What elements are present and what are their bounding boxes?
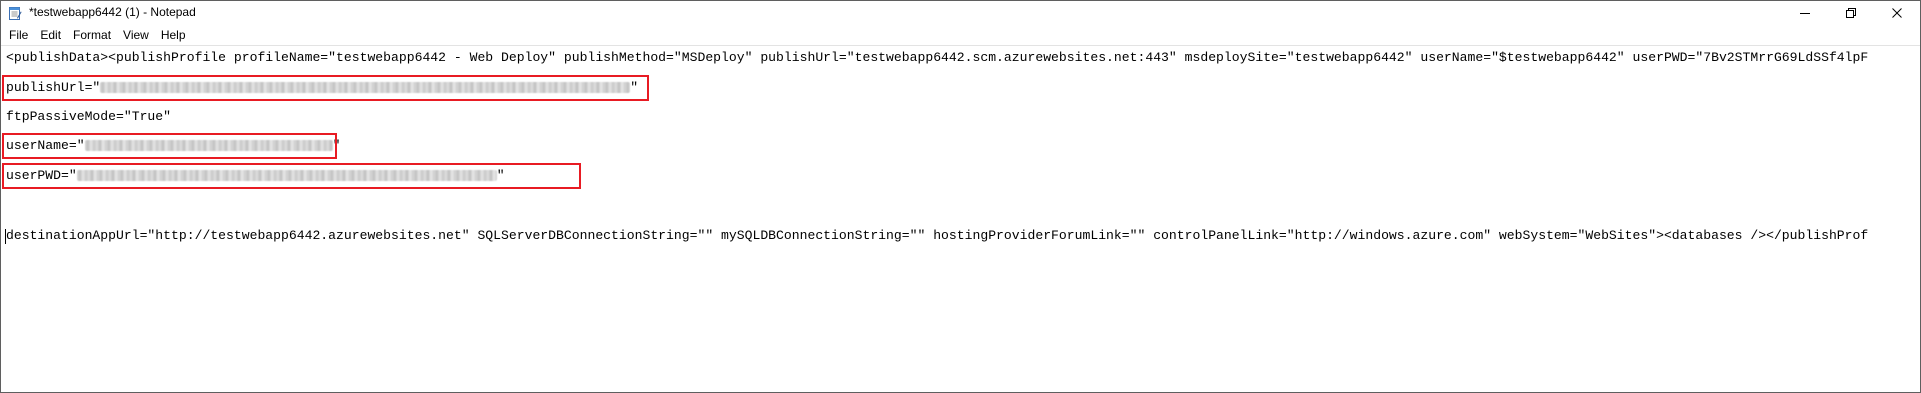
restore-icon <box>1846 8 1856 18</box>
window-title: *testwebapp6442 (1) - Notepad <box>29 5 196 19</box>
editor-line-destination-app-url: destinationAppUrl="http://testwebapp6442… <box>6 228 1869 243</box>
maximize-button[interactable] <box>1828 1 1874 25</box>
editor-line-publish-data: <publishData><publishProfile profileName… <box>6 50 1869 65</box>
editor-line-ftp-passive-mode: ftpPassiveMode="True" <box>6 109 172 124</box>
menu-bar: File Edit Format View Help <box>1 25 1920 45</box>
minimize-button[interactable] <box>1782 1 1828 25</box>
menu-view[interactable]: View <box>117 26 155 44</box>
close-button[interactable] <box>1874 1 1920 25</box>
highlight-box-user-name <box>2 133 337 159</box>
notepad-window: *testwebapp6442 (1) - Notepad File Edit … <box>0 0 1921 393</box>
menu-format[interactable]: Format <box>67 26 117 44</box>
menu-help[interactable]: Help <box>155 26 192 44</box>
menu-edit[interactable]: Edit <box>34 26 67 44</box>
title-bar[interactable]: *testwebapp6442 (1) - Notepad <box>1 1 1920 25</box>
highlight-box-user-pwd <box>2 163 581 189</box>
close-icon <box>1892 8 1902 18</box>
text-editor[interactable]: <publishData><publishProfile profileName… <box>1 45 1920 392</box>
minimize-icon <box>1800 13 1810 14</box>
highlight-box-publish-url <box>2 75 649 101</box>
notepad-icon <box>9 7 22 20</box>
menu-file[interactable]: File <box>3 26 34 44</box>
